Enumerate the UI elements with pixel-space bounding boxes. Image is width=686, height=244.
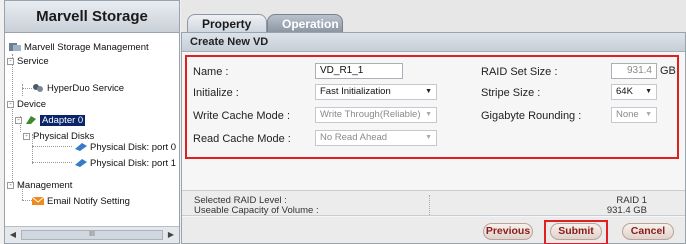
storage-management-icon — [9, 42, 21, 52]
tree-item-service[interactable]: - Service — [7, 54, 49, 68]
tree-item-label: Management — [17, 179, 73, 191]
name-input[interactable]: VD_R1_1 — [315, 63, 403, 79]
write-cache-label: Write Cache Mode : — [193, 110, 291, 122]
initialize-select[interactable]: Fast Initialization ▼ — [315, 84, 437, 100]
device-tree: Marvell Storage Management - Service Hyp… — [5, 34, 179, 225]
tree-item-label: Marvell Storage Management — [24, 41, 149, 53]
dropdown-caret-icon: ▼ — [645, 111, 652, 118]
submit-button[interactable]: Submit — [550, 223, 602, 240]
scroll-thumb[interactable]: III — [21, 230, 163, 240]
email-icon — [31, 196, 45, 206]
dropdown-caret-icon: ▼ — [425, 134, 432, 141]
read-cache-label: Read Cache Mode : — [193, 133, 291, 145]
dropdown-caret-icon: ▼ — [425, 111, 432, 118]
gigabyte-rounding-select[interactable]: None ▼ — [611, 107, 657, 123]
initialize-value: Fast Initialization — [320, 86, 391, 97]
button-bar: Previous Submit Cancel — [182, 217, 685, 244]
initialize-label: Initialize : — [193, 87, 239, 99]
sidebar-panel: Marvell Storage Marvell Storage Manageme… — [4, 0, 180, 244]
tree-connector — [32, 162, 72, 163]
previous-button[interactable]: Previous — [483, 223, 533, 240]
raid-set-size-unit: GB — [660, 65, 676, 77]
collapse-toggle-icon[interactable]: - — [15, 116, 22, 124]
tree-connector — [22, 84, 23, 96]
collapse-toggle-icon[interactable]: - — [7, 100, 14, 108]
stripe-size-select[interactable]: 64K ▼ — [611, 84, 657, 100]
disk-icon — [75, 142, 87, 152]
dropdown-caret-icon: ▼ — [425, 88, 432, 95]
write-cache-value: Write Through(Reliable) — [320, 109, 421, 120]
tree-item-label: Physical Disk: port 1 — [90, 157, 177, 169]
disk-icon — [75, 158, 87, 168]
stripe-size-label: Stripe Size : — [481, 87, 541, 99]
raid-set-size-input[interactable]: 931.4 — [611, 63, 657, 79]
tree-item-device[interactable]: - Device — [7, 97, 46, 111]
tree-item-label: HyperDuo Service — [47, 82, 125, 94]
sidebar-title: Marvell Storage — [36, 8, 148, 25]
tree-item-label: Physical Disk: port 0 — [90, 141, 177, 153]
create-vd-form: Name : VD_R1_1 Initialize : Fast Initial… — [185, 55, 679, 159]
cancel-button[interactable]: Cancel — [622, 223, 674, 240]
horizontal-scrollbar[interactable]: ◀ III ▶ — [5, 226, 179, 243]
gigabyte-rounding-value: None — [616, 109, 639, 120]
tree-item-disk-port0[interactable]: Physical Disk: port 0 — [75, 140, 176, 154]
read-cache-value: No Read Ahead — [320, 132, 388, 143]
capacity-label: Useable Capacity of Volume : — [194, 205, 319, 216]
tab-property[interactable]: Property — [187, 14, 267, 33]
tree-item-hyperduo[interactable]: HyperDuo Service — [32, 81, 124, 95]
scroll-left-icon[interactable]: ◀ — [8, 230, 18, 240]
collapse-toggle-icon[interactable]: - — [23, 132, 30, 140]
tree-item-adapter[interactable]: - Adapter 0 — [15, 113, 86, 127]
raid-set-size-label: RAID Set Size : — [481, 66, 558, 78]
tree-item-label: Service — [17, 55, 49, 67]
tree-item-label: Email Notify Setting — [47, 195, 130, 207]
collapse-toggle-icon[interactable]: - — [7, 57, 14, 65]
tree-connector — [22, 200, 32, 201]
tab-operation[interactable]: Operation — [267, 14, 343, 33]
hyperduo-service-icon — [32, 83, 44, 93]
tree-item-label: Device — [17, 98, 47, 110]
tree-connector — [22, 88, 32, 89]
scroll-right-icon[interactable]: ▶ — [166, 230, 176, 240]
tree-item-label: Adapter 0 — [40, 114, 86, 126]
name-label: Name : — [193, 66, 229, 78]
collapse-toggle-icon[interactable]: - — [7, 181, 14, 189]
tree-connector — [12, 54, 13, 188]
capacity-value: 931.4 GB — [606, 205, 647, 216]
panel-title: Create New VD — [182, 33, 685, 52]
adapter-icon — [25, 115, 37, 125]
read-cache-select[interactable]: No Read Ahead ▼ — [315, 130, 437, 146]
summary-section: Selected RAID Level : Useable Capacity o… — [182, 190, 685, 216]
sidebar-header: Marvell Storage — [5, 1, 179, 33]
tree-item-root[interactable]: Marvell Storage Management — [9, 40, 149, 54]
summary-divider — [429, 195, 430, 215]
write-cache-select[interactable]: Write Through(Reliable) ▼ — [315, 107, 437, 123]
tree-item-email-notify[interactable]: Email Notify Setting — [31, 194, 130, 208]
tree-item-management[interactable]: - Management — [7, 178, 72, 192]
tree-connector — [32, 146, 72, 147]
main-panel: Property Operation Create New VD Name : … — [181, 0, 686, 244]
tree-item-disk-port1[interactable]: Physical Disk: port 1 — [75, 156, 176, 170]
dropdown-caret-icon: ▼ — [645, 88, 652, 95]
stripe-size-value: 64K — [616, 86, 633, 97]
gigabyte-rounding-label: Gigabyte Rounding : — [481, 110, 582, 122]
tab-bar: Property Operation — [181, 0, 686, 33]
content-area: Create New VD Name : VD_R1_1 Initialize … — [181, 32, 686, 244]
